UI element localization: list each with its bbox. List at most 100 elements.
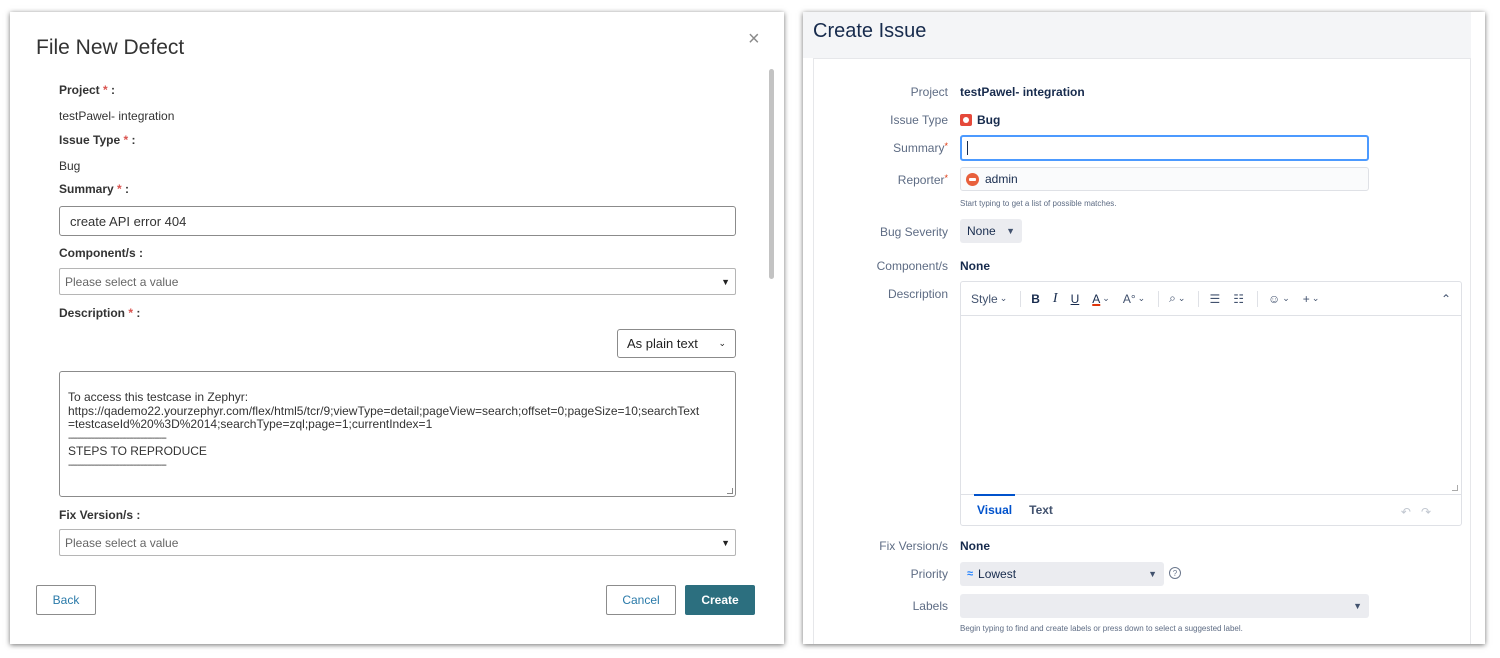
link-button[interactable]: ⌕ ⌄ — [1169, 291, 1185, 306]
issue-type-value: Bug — [59, 159, 81, 173]
fix-versions-value[interactable]: None — [960, 539, 990, 553]
components-value[interactable]: None — [960, 259, 990, 273]
summary-label: Summary* — [893, 141, 948, 155]
help-icon[interactable]: ? — [1169, 567, 1181, 579]
description-textarea[interactable]: To access this testcase in Zephyr: https… — [59, 371, 736, 497]
priority-value: Lowest — [978, 567, 1017, 581]
underline-button[interactable]: U — [1071, 292, 1080, 306]
numbered-list-icon[interactable]: ☷ — [1233, 292, 1244, 306]
components-placeholder: Please select a value — [65, 274, 179, 289]
scrollbar[interactable] — [769, 69, 774, 279]
collapse-toolbar-icon[interactable]: ⌃ — [1441, 292, 1451, 306]
description-format-select[interactable]: As plain text ⌄ — [617, 329, 736, 358]
components-label: Component/s — [876, 259, 948, 273]
bug-icon — [960, 114, 972, 126]
fix-versions-label: Fix Version/s — [879, 539, 948, 553]
text-cursor — [967, 141, 968, 155]
plus-icon: + — [1302, 291, 1310, 306]
toolbar-divider — [1198, 290, 1200, 307]
description-separator: ----------------------------------------… — [68, 459, 167, 471]
chevron-down-icon: ⌄ — [1311, 293, 1320, 303]
project-value: testPawel- integration — [59, 109, 175, 123]
back-button[interactable]: Back — [36, 585, 96, 615]
style-dropdown[interactable]: Style ⌄ — [971, 292, 1007, 306]
link-icon: ⌕ — [1169, 291, 1176, 305]
undo-redo-icon[interactable]: ↶↷ — [1401, 505, 1441, 519]
bug-severity-label: Bug Severity — [879, 225, 948, 239]
issue-type-label: Issue Type * : — [59, 133, 136, 147]
priority-select[interactable]: ≈ Lowest ▼ — [960, 562, 1164, 586]
description-line: STEPS TO REPRODUCE — [68, 444, 207, 458]
project-label: Project * : — [59, 83, 116, 97]
issue-type-label: Issue Type — [890, 113, 948, 127]
editor-mode-tabs: Visual Text ↶↷ — [961, 494, 1461, 525]
description-separator: ----------------------------------------… — [68, 432, 167, 444]
close-icon[interactable]: × — [748, 28, 760, 51]
create-button[interactable]: Create — [685, 585, 755, 615]
fix-versions-placeholder: Please select a value — [65, 535, 179, 550]
components-select[interactable]: Please select a value ▼ — [59, 268, 736, 295]
caret-down-icon: ▼ — [721, 276, 730, 287]
format-selected: As plain text — [627, 336, 698, 351]
project-label: Project — [910, 85, 948, 99]
description-editor: Style⌄ B I U A⌄ A°⌄ ⌕⌄ ☰ ☷ ☺⌄ +⌄ ⌃ — [960, 281, 1462, 526]
dialog-title: File New Defect — [36, 36, 185, 59]
chevron-down-icon: ⌄ — [999, 293, 1008, 303]
chevron-down-icon: ⌄ — [1102, 293, 1110, 303]
toolbar-divider — [1020, 290, 1022, 307]
resize-handle-icon[interactable] — [727, 488, 733, 494]
chevron-down-icon: ⌄ — [1177, 293, 1186, 303]
description-label: Description — [887, 287, 948, 301]
reporter-hint: Start typing to get a list of possible m… — [960, 199, 1117, 208]
reporter-input[interactable]: admin — [960, 167, 1369, 191]
project-value: testPawel- integration — [960, 85, 1085, 99]
cancel-button[interactable]: Cancel — [606, 585, 676, 615]
fix-versions-select[interactable]: Please select a value ▼ — [59, 529, 736, 556]
file-new-defect-dialog: File New Defect × Project * : testPawel-… — [10, 12, 784, 644]
description-line: https://qademo22.yourzephyr.com/flex/htm… — [68, 403, 700, 418]
summary-input[interactable]: create API error 404 — [59, 206, 736, 236]
insert-button[interactable]: + ⌄ — [1303, 292, 1320, 306]
bug-severity-select[interactable]: None ▼ — [960, 219, 1022, 243]
fix-versions-label: Fix Version/s : — [59, 508, 141, 522]
summary-input[interactable] — [960, 135, 1369, 161]
emoji-button[interactable]: ☺ ⌄ — [1268, 292, 1290, 306]
toolbar-divider — [1158, 290, 1160, 307]
summary-label: Summary * : — [59, 182, 130, 196]
description-text-area[interactable] — [961, 316, 1461, 494]
chevron-down-icon: ▼ — [1006, 226, 1015, 236]
description-label: Description * : — [59, 306, 141, 320]
description-line: To access this testcase in Zephyr: — [68, 390, 249, 404]
create-issue-form: Project testPawel- integration Issue Typ… — [813, 58, 1471, 644]
issue-type-value: Bug — [960, 113, 1000, 127]
labels-select[interactable]: ▼ — [960, 594, 1369, 618]
bold-button[interactable]: B — [1031, 292, 1040, 306]
text-color-button[interactable]: A ⌄ — [1092, 292, 1110, 306]
avatar — [966, 172, 979, 186]
priority-label: Priority — [910, 567, 948, 581]
description-line: =testcaseId%20%3D%2014;searchType=zql;pa… — [68, 417, 433, 431]
tab-visual[interactable]: Visual — [973, 494, 1016, 517]
emoji-icon: ☺ — [1267, 291, 1281, 306]
toolbar-divider — [1256, 290, 1258, 307]
resize-handle-icon[interactable] — [1452, 485, 1458, 491]
editor-toolbar: Style ⌄ B I U A ⌄ A° ⌄ ⌕ ⌄ ☰ ☷ ☺ ⌄ + ⌄ ⌃ — [961, 282, 1461, 316]
chevron-down-icon: ⌄ — [1282, 293, 1290, 303]
more-formatting-button[interactable]: A° ⌄ — [1123, 292, 1145, 306]
labels-label: Labels — [912, 599, 948, 613]
tab-text[interactable]: Text — [1029, 503, 1053, 517]
chevron-down-icon: ⌄ — [1137, 293, 1146, 303]
reporter-value: admin — [985, 172, 1018, 186]
page-title: Create Issue — [813, 20, 927, 42]
create-issue-header: Create Issue — [803, 12, 1471, 58]
chevron-down-icon: ▼ — [1353, 601, 1362, 611]
bullet-list-icon[interactable]: ☰ — [1209, 292, 1220, 306]
priority-lowest-icon: ≈ — [967, 568, 974, 580]
create-issue-panel: Create Issue Project testPawel- integrat… — [803, 12, 1485, 644]
chevron-down-icon: ⌄ — [718, 338, 726, 348]
reporter-label: Reporter* — [897, 173, 948, 187]
italic-button[interactable]: I — [1053, 291, 1058, 307]
labels-hint: Begin typing to find and create labels o… — [960, 624, 1243, 633]
caret-down-icon: ▼ — [721, 537, 730, 548]
chevron-down-icon: ▼ — [1148, 569, 1157, 579]
